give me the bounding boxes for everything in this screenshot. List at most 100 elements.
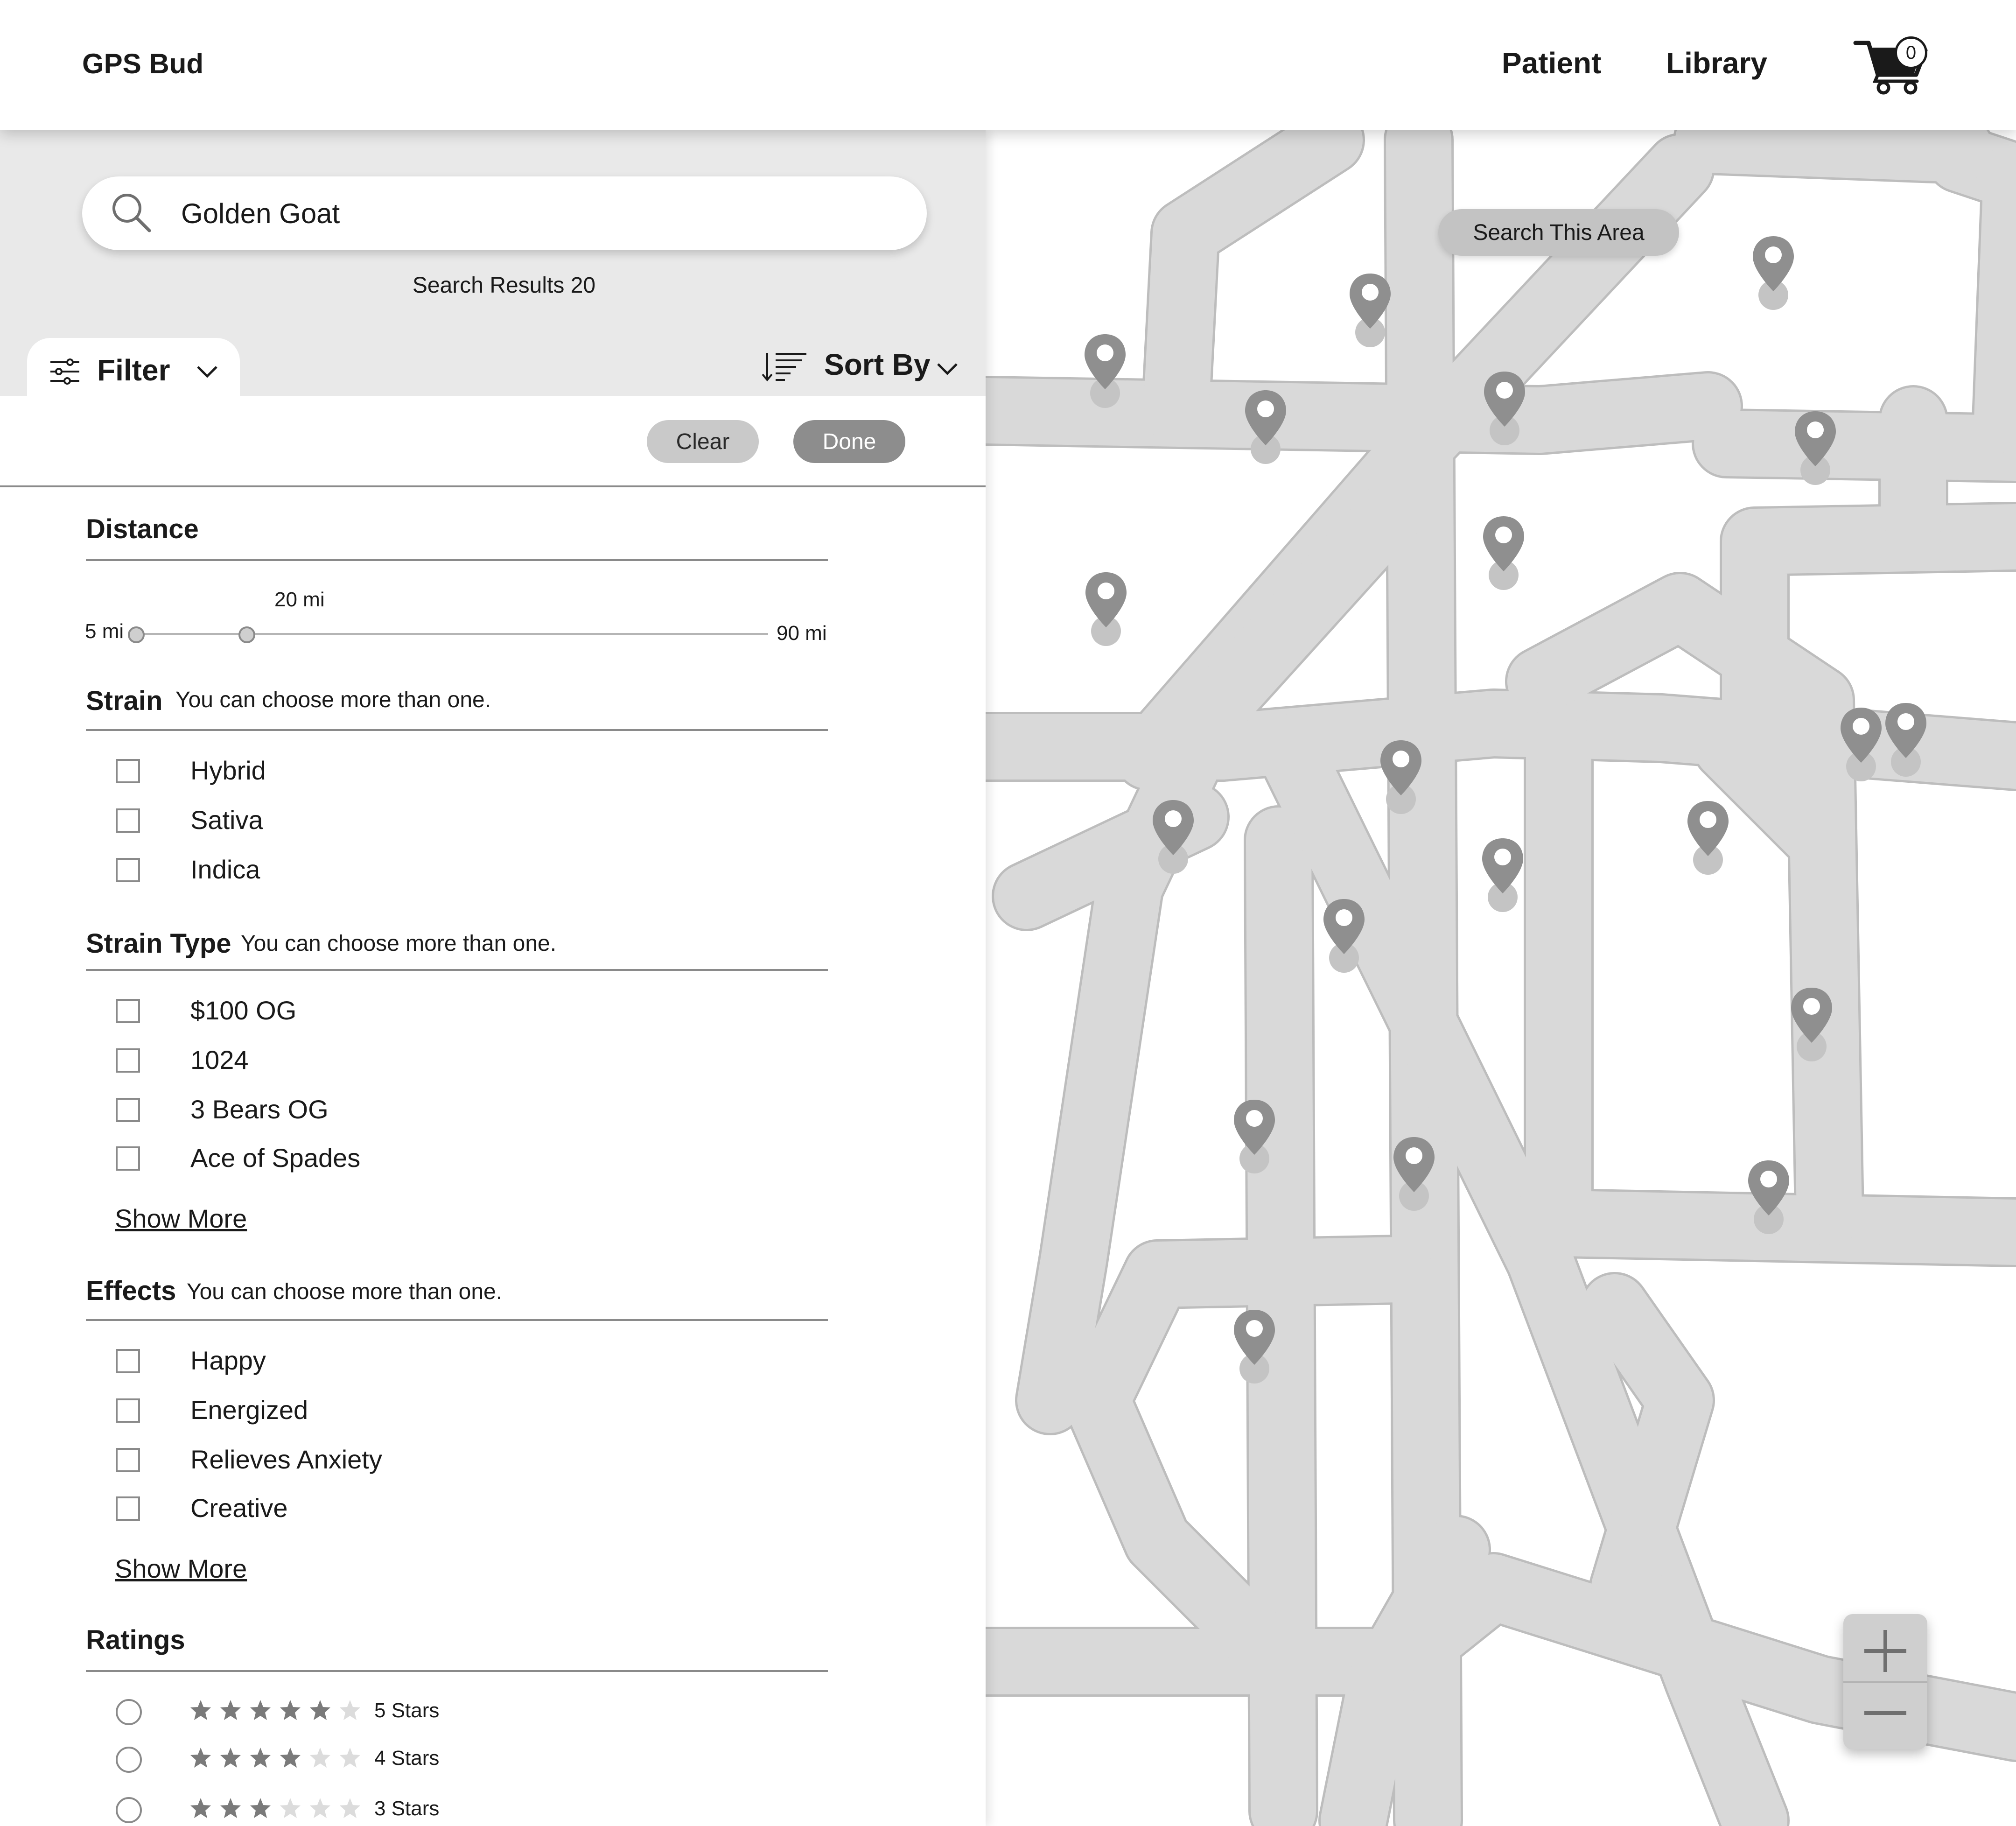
option-label: Creative <box>190 1493 288 1523</box>
distance-title: Distance <box>86 514 199 544</box>
option-label: Ace of Spades <box>190 1143 361 1173</box>
strain-title: Strain <box>86 686 163 716</box>
section-divider <box>86 1670 828 1672</box>
checkbox-creative[interactable] <box>116 1496 140 1521</box>
star-rating-5 <box>189 1699 369 1725</box>
sort-icon <box>762 353 806 382</box>
strain-type-title: Strain Type <box>86 928 231 959</box>
option-label: Energized <box>190 1395 308 1425</box>
map-pin-icon[interactable] <box>1792 408 1839 488</box>
map-pin-icon[interactable] <box>1242 387 1289 467</box>
map-pin-icon[interactable] <box>1750 233 1797 313</box>
checkbox-energized[interactable] <box>116 1398 140 1423</box>
star-filled-icon <box>280 1700 301 1720</box>
star-filled-icon <box>220 1700 241 1720</box>
strain-subtitle: You can choose more than one. <box>175 688 491 712</box>
distance-value-label: 20 mi <box>274 588 325 611</box>
checkbox-3-bears-og[interactable] <box>116 1098 140 1122</box>
effects-subtitle: You can choose more than one. <box>187 1279 503 1304</box>
radio-5-stars[interactable] <box>116 1699 142 1725</box>
map-pin-icon[interactable] <box>1082 331 1128 411</box>
star-filled-icon <box>220 1798 241 1818</box>
map-pin-icon[interactable] <box>1378 737 1424 817</box>
star-rating-4 <box>189 1747 369 1773</box>
map-view[interactable] <box>986 130 2016 1826</box>
search-bar <box>82 176 927 250</box>
top-navbar: GPS Bud Patient Library 0 <box>0 0 2016 130</box>
chevron-down-icon <box>197 366 217 378</box>
section-divider <box>86 559 828 561</box>
checkbox-relieves-anxiety[interactable] <box>116 1448 140 1472</box>
map-pin-icon[interactable] <box>1480 513 1527 593</box>
sort-by-label: Sort By <box>824 348 931 381</box>
star-empty-icon <box>310 1798 330 1818</box>
map-pin-icon[interactable] <box>1838 705 1884 784</box>
star-filled-icon <box>220 1748 241 1768</box>
checkbox-ace-of-spades[interactable] <box>116 1146 140 1171</box>
option-label: Hybrid <box>190 756 266 785</box>
filter-panel: Search Results 20 Filter <box>0 130 986 1826</box>
option-label: Happy <box>190 1346 266 1375</box>
map-pin-icon[interactable] <box>1788 985 1835 1064</box>
star-empty-icon <box>280 1798 301 1818</box>
search-header: Search Results 20 Filter <box>0 130 986 403</box>
section-divider <box>86 1319 828 1321</box>
distance-slider-track[interactable] <box>135 633 768 635</box>
search-results-count: Search Results 20 <box>412 273 596 298</box>
map-pin-icon[interactable] <box>1883 700 1929 780</box>
map-pin-icon[interactable] <box>1231 1307 1278 1386</box>
radio-4-stars[interactable] <box>116 1747 142 1773</box>
star-filled-icon <box>250 1700 271 1720</box>
option-label: 1024 <box>190 1045 249 1075</box>
star-filled-icon <box>190 1700 211 1720</box>
map-pin-icon[interactable] <box>1479 836 1526 915</box>
distance-slider-min-handle[interactable] <box>128 626 145 643</box>
star-empty-icon <box>310 1748 330 1768</box>
checkbox-1024[interactable] <box>116 1048 140 1073</box>
map-pin-icon[interactable] <box>1083 569 1129 649</box>
sliders-icon <box>50 358 79 385</box>
map-pin-icon[interactable] <box>1391 1134 1437 1214</box>
effects-show-more-link[interactable]: Show More <box>115 1553 247 1584</box>
star-rating-3 <box>189 1797 369 1823</box>
filter-tab[interactable]: Filter <box>27 338 240 403</box>
map-pin-icon[interactable] <box>1347 271 1393 350</box>
option-label: Indica <box>190 855 260 884</box>
divider <box>0 485 986 487</box>
checkbox-sativa[interactable] <box>116 808 140 833</box>
checkbox-100-og[interactable] <box>116 999 140 1023</box>
option-label: $100 OG <box>190 996 297 1025</box>
star-filled-icon <box>190 1798 211 1818</box>
checkbox-indica[interactable] <box>116 858 140 882</box>
map-pin-icon[interactable] <box>1321 896 1367 976</box>
rating-label: 5 Stars <box>374 1699 440 1722</box>
minus-icon[interactable] <box>1843 1683 1927 1750</box>
checkbox-happy[interactable] <box>116 1349 140 1373</box>
map-pin-icon[interactable] <box>1231 1097 1278 1176</box>
option-label: Relieves Anxiety <box>190 1445 382 1474</box>
brand-logo[interactable]: GPS Bud <box>82 48 203 80</box>
strain-type-show-more-link[interactable]: Show More <box>115 1203 247 1234</box>
map-pin-icon[interactable] <box>1150 797 1197 877</box>
clear-button[interactable]: Clear <box>647 420 759 463</box>
map-pin-icon[interactable] <box>1745 1158 1792 1237</box>
sort-by-dropdown[interactable]: Sort By <box>762 345 967 392</box>
star-empty-icon <box>340 1700 360 1720</box>
zoom-control <box>1843 1614 1927 1749</box>
checkbox-hybrid[interactable] <box>116 759 140 783</box>
map-pin-icon[interactable] <box>1685 798 1731 878</box>
plus-icon[interactable] <box>1843 1614 1927 1681</box>
search-this-area-button[interactable]: Search This Area <box>1438 209 1679 256</box>
search-input[interactable] <box>180 190 910 237</box>
radio-3-stars[interactable] <box>116 1797 142 1823</box>
chevron-down-icon <box>937 363 958 375</box>
nav-patient-link[interactable]: Patient <box>1502 46 1601 80</box>
done-button[interactable]: Done <box>793 420 905 463</box>
map-pin-icon[interactable] <box>1481 369 1528 448</box>
ratings-title: Ratings <box>86 1625 185 1655</box>
search-icon[interactable] <box>108 190 155 236</box>
distance-slider-handle[interactable] <box>238 626 256 643</box>
nav-library-link[interactable]: Library <box>1666 46 1767 80</box>
section-divider <box>86 969 828 971</box>
distance-min-label: 5 mi <box>85 620 124 643</box>
